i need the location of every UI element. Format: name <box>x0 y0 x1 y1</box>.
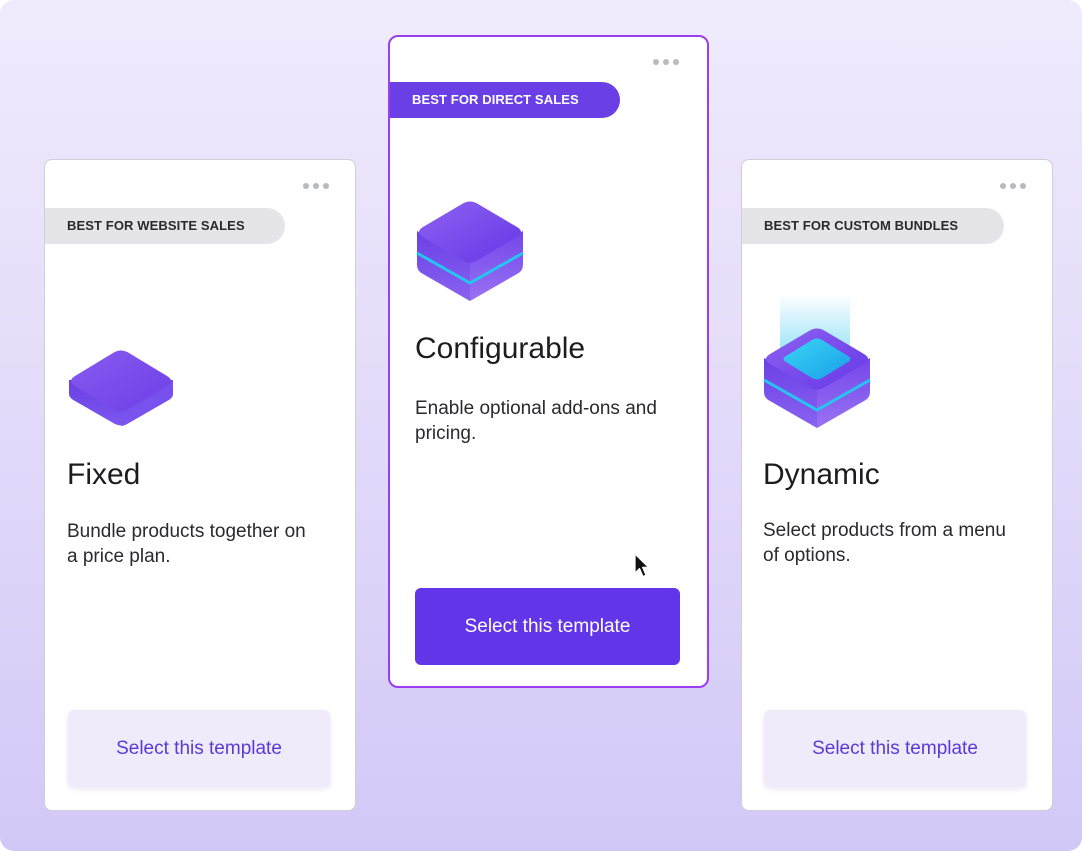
card-title: Fixed <box>67 458 141 491</box>
select-template-button[interactable]: Select this template <box>764 710 1026 787</box>
flat-tile-icon <box>67 344 175 430</box>
badge-label: BEST FOR DIRECT SALES <box>390 82 620 118</box>
cube-icon <box>415 195 525 303</box>
glowing-cube-icon <box>762 294 872 430</box>
template-card-fixed[interactable]: BEST FOR WEBSITE SALES Fixed Bundle prod… <box>44 159 356 811</box>
template-card-dynamic[interactable]: BEST FOR CUSTOM BUNDLES Dynamic Select p… <box>741 159 1053 811</box>
mouse-pointer-icon <box>633 553 651 584</box>
badge-label: BEST FOR WEBSITE SALES <box>45 208 285 244</box>
more-options-icon[interactable] <box>1000 183 1026 189</box>
card-description: Select products from a menu of options. <box>763 520 1006 566</box>
card-description: Enable optional add-ons and pricing. <box>415 398 657 444</box>
more-options-icon[interactable] <box>653 59 679 65</box>
badge-label: BEST FOR CUSTOM BUNDLES <box>742 208 1004 244</box>
select-template-button[interactable]: Select this template <box>68 710 330 787</box>
card-description: Bundle products together on a price plan… <box>67 521 306 567</box>
select-template-button[interactable]: Select this template <box>415 588 680 665</box>
template-card-configurable[interactable]: BEST FOR DIRECT SALES Configurable Enabl… <box>388 35 709 688</box>
more-options-icon[interactable] <box>303 183 329 189</box>
card-title: Configurable <box>415 332 586 365</box>
card-title: Dynamic <box>763 458 880 491</box>
template-picker-stage: BEST FOR WEBSITE SALES Fixed Bundle prod… <box>0 0 1082 851</box>
